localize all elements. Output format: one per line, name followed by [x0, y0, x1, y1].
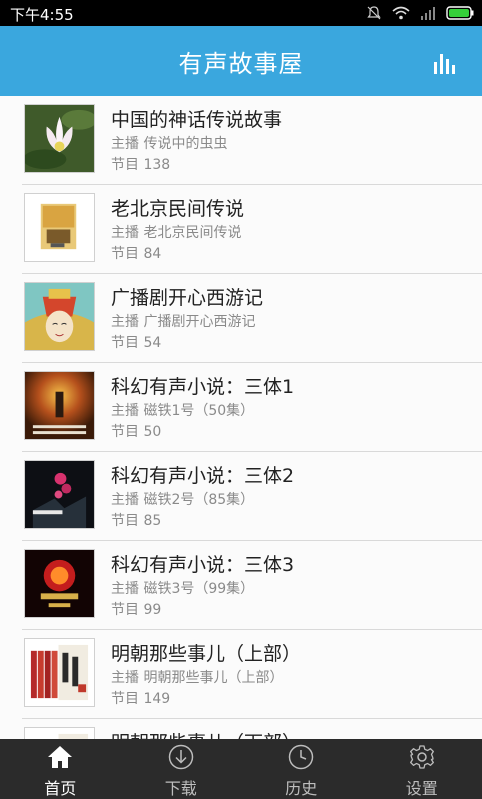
- story-host: 主播 磁铁3号（99集）: [111, 581, 255, 597]
- story-title: 科幻有声小说：三体2: [111, 465, 295, 487]
- story-host: 主播 传说中的虫虫: [111, 136, 228, 152]
- status-time: 下午4:55: [10, 6, 74, 24]
- cover-image: [24, 282, 95, 351]
- tab-label: 首页: [44, 779, 77, 798]
- tab-settings[interactable]: 设置: [362, 739, 482, 799]
- story-title: 科幻有声小说：三体3: [111, 554, 295, 576]
- story-episodes: 节目 149: [111, 691, 171, 707]
- story-title: 明朝那些事儿（上部）: [111, 643, 302, 665]
- story-episodes: 节目 138: [111, 157, 171, 173]
- list-item[interactable]: 明朝那些事儿（下部）: [22, 719, 482, 739]
- download-icon: [168, 744, 193, 770]
- cover-image: [24, 460, 95, 529]
- list-item[interactable]: 科幻有声小说：三体2 主播 磁铁2号（85集） 节目 85: [22, 452, 482, 541]
- story-episodes: 节目 50: [111, 424, 162, 440]
- clock-icon: [289, 744, 314, 770]
- story-episodes: 节目 84: [111, 246, 162, 262]
- cover-image: [24, 638, 95, 707]
- list-item[interactable]: 科幻有声小说：三体1 主播 磁铁1号（50集） 节目 50: [22, 363, 482, 452]
- tab-home[interactable]: 首页: [0, 739, 121, 799]
- wifi-icon: [392, 6, 410, 20]
- story-episodes: 节目 85: [111, 513, 162, 529]
- story-host: 主播 明朝那些事儿（上部）: [111, 670, 284, 686]
- tab-label: 历史: [285, 779, 318, 798]
- story-title: 中国的神话传说故事: [111, 109, 283, 131]
- list-item[interactable]: 老北京民间传说 主播 老北京民间传说 节目 84: [22, 185, 482, 274]
- story-episodes: 节目 54: [111, 335, 162, 351]
- home-icon: [48, 746, 73, 768]
- gear-icon: [409, 745, 434, 769]
- tab-label: 设置: [405, 779, 438, 798]
- list-item[interactable]: 科幻有声小说：三体3 主播 磁铁3号（99集） 节目 99: [22, 541, 482, 630]
- story-host: 主播 老北京民间传说: [111, 225, 242, 241]
- story-episodes: 节目 99: [111, 602, 162, 618]
- story-title: 明朝那些事儿（下部）: [111, 728, 301, 739]
- story-host: 主播 磁铁1号（50集）: [111, 403, 255, 419]
- status-icons: [366, 5, 474, 21]
- battery-icon: [446, 6, 474, 20]
- bottom-nav: 首页 下载 历史 设置: [0, 739, 482, 799]
- page-title: 有声故事屋: [178, 50, 304, 78]
- cover-image: [24, 193, 95, 262]
- list-item[interactable]: 中国的神话传说故事 主播 传说中的虫虫 节目 138: [22, 96, 482, 185]
- list-item[interactable]: 广播剧开心西游记 主播 广播剧开心西游记 节目 54: [22, 274, 482, 363]
- signal-icon: [421, 7, 435, 20]
- story-list: 中国的神话传说故事 主播 传说中的虫虫 节目 138 老北京民间传说 主播 老北…: [0, 96, 482, 739]
- app-bar: 有声故事屋: [0, 26, 482, 96]
- cover-image: [24, 104, 95, 173]
- tab-download[interactable]: 下载: [121, 739, 242, 799]
- story-host: 主播 广播剧开心西游记: [111, 314, 256, 330]
- bell-muted-icon: [367, 6, 381, 20]
- tab-label: 下载: [164, 779, 197, 798]
- tab-history[interactable]: 历史: [241, 739, 362, 799]
- status-bar: 下午4:55: [0, 0, 482, 26]
- story-title: 广播剧开心西游记: [111, 287, 264, 309]
- cover-image: [24, 549, 95, 618]
- story-host: 主播 磁铁2号（85集）: [111, 492, 255, 508]
- list-item[interactable]: 明朝那些事儿（上部） 主播 明朝那些事儿（上部） 节目 149: [22, 630, 482, 719]
- cover-image: [24, 371, 95, 440]
- story-title: 老北京民间传说: [111, 198, 245, 220]
- cover-image: [24, 727, 95, 739]
- story-title: 科幻有声小说：三体1: [111, 376, 295, 398]
- equalizer-icon[interactable]: [434, 50, 458, 74]
